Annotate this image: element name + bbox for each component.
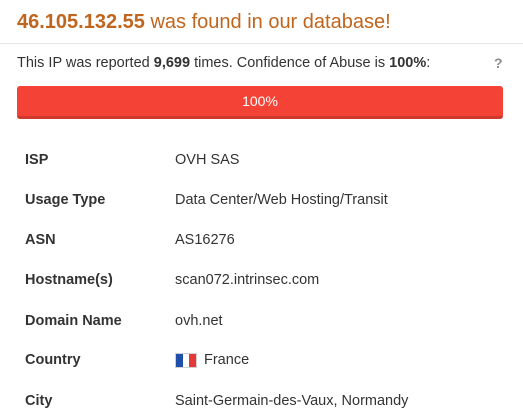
detail-key-hostnames: Hostname(s) bbox=[25, 272, 113, 288]
detail-row-country: Country France bbox=[17, 340, 517, 380]
detail-value-domain-name: ovh.net bbox=[175, 313, 223, 329]
detail-value-country-cell: France bbox=[175, 352, 249, 368]
help-icon[interactable]: ? bbox=[494, 53, 503, 73]
report-middle: times. Confidence of Abuse is bbox=[190, 55, 390, 71]
report-suffix: : bbox=[426, 55, 431, 71]
detail-value-isp: OVH SAS bbox=[175, 152, 240, 168]
detail-row-isp: ISP OVH SAS bbox=[17, 140, 517, 180]
report-summary: This IP was reported 9,699 times. Confid… bbox=[17, 53, 430, 73]
report-count: 9,699 bbox=[153, 55, 191, 71]
france-flag-icon bbox=[175, 352, 197, 368]
detail-value-country: France bbox=[204, 352, 250, 368]
detail-key-isp: ISP bbox=[25, 152, 49, 168]
detail-key-asn: ASN bbox=[25, 232, 56, 248]
detail-key-city: City bbox=[25, 393, 53, 409]
detail-row-usage-type: Usage Type Data Center/Web Hosting/Trans… bbox=[17, 180, 517, 220]
detail-row-domain-name: Domain Name ovh.net bbox=[17, 301, 517, 341]
confidence-progress-label: 100% bbox=[242, 93, 278, 109]
detail-key-country: Country bbox=[25, 352, 81, 368]
divider bbox=[0, 43, 523, 44]
ip-report-page: 46.105.132.55 was found in our database!… bbox=[0, 0, 523, 420]
detail-key-usage-type: Usage Type bbox=[25, 192, 106, 208]
found-text: was found in our database! bbox=[144, 11, 391, 33]
detail-row-hostnames: Hostname(s) scan072.intrinsec.com bbox=[17, 260, 517, 300]
page-title: 46.105.132.55 was found in our database! bbox=[17, 9, 391, 35]
detail-key-domain-name: Domain Name bbox=[25, 313, 122, 329]
ip-address[interactable]: 46.105.132.55 bbox=[17, 11, 145, 33]
confidence-progress-bar: 100% bbox=[17, 86, 503, 119]
detail-row-city: City Saint-Germain-des-Vaux, Normandy bbox=[17, 381, 517, 420]
report-prefix: This IP was reported bbox=[17, 55, 154, 71]
detail-value-asn: AS16276 bbox=[175, 232, 235, 248]
confidence-value: 100% bbox=[389, 55, 427, 71]
detail-value-hostnames: scan072.intrinsec.com bbox=[175, 272, 320, 288]
detail-value-city: Saint-Germain-des-Vaux, Normandy bbox=[175, 393, 409, 409]
confidence-progress-fill: 100% bbox=[17, 86, 503, 119]
detail-row-asn: ASN AS16276 bbox=[17, 220, 517, 260]
detail-value-usage-type: Data Center/Web Hosting/Transit bbox=[175, 192, 388, 208]
